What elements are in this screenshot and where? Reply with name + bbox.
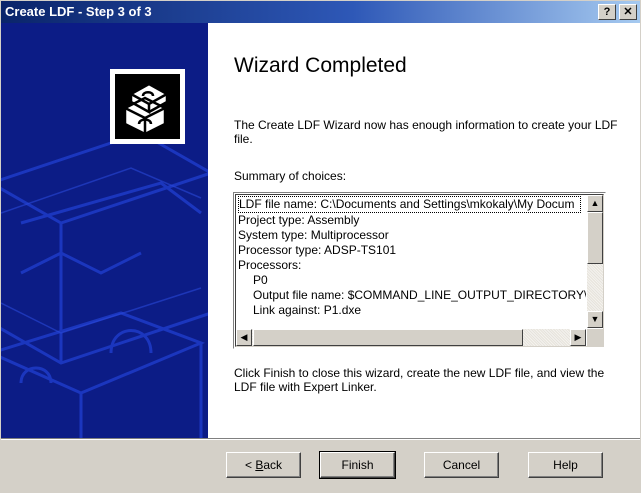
summary-list-item[interactable]: Processor type: ADSP-TS101 [238,243,586,258]
finish-button[interactable]: Finish [319,451,396,479]
button-divider [1,438,640,440]
title-bar[interactable]: Create LDF - Step 3 of 3 ? ✕ [1,1,640,23]
finish-instructions: Click Finish to close this wizard, creat… [234,366,605,394]
scroll-up-arrow-icon[interactable]: ▲ [587,195,603,212]
back-arrow-label: < [244,458,256,472]
summary-list-item[interactable]: Project type: Assembly [238,213,586,228]
summary-label: Summary of choices: [234,169,347,183]
wizard-content: Wizard Completed The Create LDF Wizard n… [208,23,640,438]
wizard-window: Create LDF - Step 3 of 3 ? ✕ Wizard Comp… [0,0,641,493]
horizontal-scrollbar[interactable]: ◀ ▶ [236,329,586,346]
wizard-client: Wizard Completed The Create LDF Wizard n… [1,23,640,438]
close-title-button[interactable]: ✕ [619,4,637,20]
horizontal-scroll-thumb[interactable] [253,329,523,346]
scroll-right-arrow-icon[interactable]: ▶ [570,329,586,346]
summary-list-item[interactable]: System type: Multiprocessor [238,228,586,243]
summary-list-item[interactable]: LDF file name: C:\Documents and Settings… [238,196,581,213]
summary-list-item[interactable]: Output file name: $COMMAND_LINE_OUTPUT_D… [238,288,586,303]
summary-list-item[interactable]: Processors: [238,258,586,273]
scrollbar-corner [587,329,603,346]
summary-list-item[interactable]: P0 [238,273,586,288]
summary-list[interactable]: LDF file name: C:\Documents and Settings… [238,196,586,328]
scroll-left-arrow-icon[interactable]: ◀ [236,329,252,346]
vertical-scroll-thumb[interactable] [587,212,603,264]
scroll-down-arrow-icon[interactable]: ▼ [587,311,603,328]
wizard-logo [110,69,185,144]
back-label: ack [263,458,283,472]
summary-listbox[interactable]: LDF file name: C:\Documents and Settings… [233,192,606,349]
page-title: Wizard Completed [234,54,407,77]
help-button[interactable]: Help [528,452,603,478]
back-button[interactable]: < Back [226,452,301,478]
wizard-side-panel [1,23,208,438]
summary-list-item[interactable]: Link against: P1.dxe [238,303,586,318]
window-title: Create LDF - Step 3 of 3 [5,4,152,19]
help-title-button[interactable]: ? [598,4,616,20]
wizard-description: The Create LDF Wizard now has enough inf… [234,118,618,146]
vertical-scrollbar[interactable]: ▲ ▼ [587,195,603,328]
cancel-button[interactable]: Cancel [424,452,499,478]
puzzle-icon [115,74,180,139]
